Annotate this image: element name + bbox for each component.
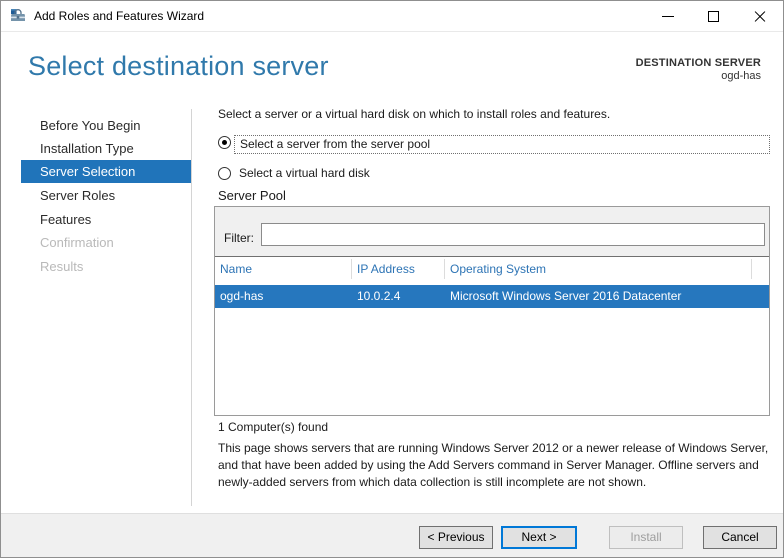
intro-text: Select a server or a virtual hard disk o… <box>218 107 611 121</box>
previous-button[interactable]: < Previous <box>419 526 493 549</box>
window-title: Add Roles and Features Wizard <box>34 9 205 23</box>
sidebar-item-confirmation: Confirmation <box>40 235 114 250</box>
column-separator <box>444 259 445 279</box>
sidebar-item-server-roles[interactable]: Server Roles <box>21 184 191 207</box>
server-pool-table: Name IP Address Operating System ogd-has… <box>215 256 769 415</box>
sidebar-item-before-you-begin[interactable]: Before You Begin <box>21 114 191 137</box>
cell-ip-address: 10.0.2.4 <box>357 289 401 303</box>
add-roles-features-wizard-window: Add Roles and Features Wizard Select des… <box>0 0 784 558</box>
cell-operating-system: Microsoft Windows Server 2016 Datacenter <box>450 289 682 303</box>
footer-bar: < Previous Next > Install Cancel <box>1 513 783 557</box>
page-description: This page shows servers that are running… <box>218 441 769 489</box>
table-header-row: Name IP Address Operating System <box>215 257 769 281</box>
destination-server-label: DESTINATION SERVER <box>635 57 761 69</box>
radio-virtual-hard-disk-label[interactable]: Select a virtual hard disk <box>239 164 370 182</box>
page-title: Select destination server <box>28 51 329 81</box>
sidebar-item-installation-type[interactable]: Installation Type <box>21 137 191 160</box>
server-pool-box: Filter: Name IP Address Operating System… <box>214 206 770 416</box>
close-icon <box>753 16 767 17</box>
destination-server-value: ogd-has <box>721 70 761 82</box>
cancel-button[interactable]: Cancel <box>703 526 777 549</box>
maximize-button[interactable] <box>691 1 737 32</box>
destination-server-block: DESTINATION SERVER ogd-has <box>636 57 761 82</box>
close-button[interactable] <box>737 1 783 32</box>
column-separator <box>351 259 352 279</box>
maximize-icon <box>708 11 719 22</box>
radio-virtual-hard-disk[interactable] <box>218 167 231 180</box>
sidebar-item-results: Results <box>40 259 84 274</box>
minimize-icon <box>662 16 674 17</box>
radio-server-pool-label[interactable]: Select a server from the server pool <box>234 135 770 154</box>
column-header-ip-address[interactable]: IP Address <box>357 257 415 281</box>
column-separator <box>751 259 752 279</box>
wizard-toolbox-icon <box>10 8 26 24</box>
filter-input[interactable] <box>261 223 765 246</box>
next-button[interactable]: Next > <box>501 526 577 549</box>
column-header-operating-system[interactable]: Operating System <box>450 257 546 281</box>
column-header-name[interactable]: Name <box>220 257 252 281</box>
cell-name: ogd-has <box>220 289 264 303</box>
result-count: 1 Computer(s) found <box>218 420 329 434</box>
filter-label: Filter: <box>224 231 254 245</box>
minimize-button[interactable] <box>645 1 691 32</box>
server-pool-title: Server Pool <box>218 188 286 203</box>
install-button: Install <box>609 526 683 549</box>
sidebar-item-features[interactable]: Features <box>21 208 191 231</box>
title-bar: Add Roles and Features Wizard <box>1 1 783 32</box>
sidebar-divider <box>191 109 192 506</box>
sidebar-item-server-selection[interactable]: Server Selection <box>21 160 191 183</box>
table-row-ogd-has[interactable]: ogd-has 10.0.2.4 Microsoft Windows Serve… <box>215 285 769 308</box>
radio-server-pool[interactable] <box>218 136 231 149</box>
